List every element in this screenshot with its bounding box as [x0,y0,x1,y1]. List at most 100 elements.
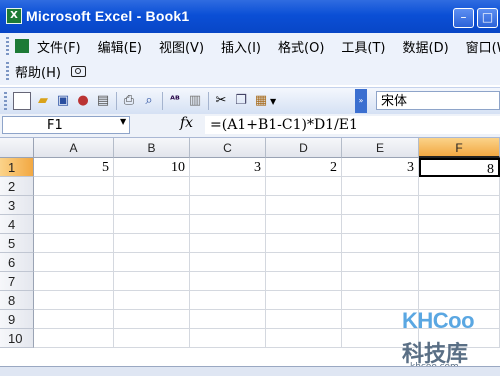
cell[interactable] [114,329,190,348]
cell[interactable] [266,272,342,291]
cell[interactable] [190,215,266,234]
cell[interactable] [114,177,190,196]
cell[interactable] [190,329,266,348]
row-header[interactable]: 7 [0,272,34,291]
cell[interactable] [34,291,114,310]
grip-handle[interactable] [6,62,9,80]
cell[interactable] [342,272,419,291]
row-header[interactable]: 4 [0,215,34,234]
cell[interactable]: 2 [266,158,342,177]
research-icon[interactable]: ▥ [187,93,203,109]
cell[interactable] [114,310,190,329]
preview-icon[interactable]: ⌕ [141,93,157,109]
font-select[interactable]: 宋体 [376,91,500,110]
cell[interactable] [190,234,266,253]
cell[interactable] [419,234,500,253]
cell[interactable] [419,215,500,234]
open-icon[interactable]: ▰ [35,93,51,109]
cell[interactable] [342,253,419,272]
cut-icon[interactable]: ✂ [213,93,229,109]
menu-item[interactable]: 工具(T) [341,37,385,56]
menu-item[interactable]: 格式(O) [278,37,324,56]
cell[interactable]: 3 [190,158,266,177]
row-header[interactable]: 9 [0,310,34,329]
column-header[interactable]: F [419,138,500,158]
cell[interactable] [342,234,419,253]
print-icon[interactable]: ⎙ [121,93,137,109]
save-icon[interactable]: ▣ [55,93,71,109]
cell[interactable]: 10 [114,158,190,177]
minimize-button[interactable]: – [453,8,474,28]
cell[interactable] [266,253,342,272]
new-icon[interactable] [13,92,31,110]
cell[interactable] [34,253,114,272]
row-header[interactable]: 6 [0,253,34,272]
cell[interactable] [342,177,419,196]
name-box-dropdown-icon[interactable]: ▼ [120,117,126,126]
cell[interactable] [34,234,114,253]
menu-item[interactable]: 视图(V) [159,37,204,56]
cell[interactable] [34,310,114,329]
cell[interactable] [34,272,114,291]
row-header[interactable]: 2 [0,177,34,196]
cell[interactable] [114,253,190,272]
column-header[interactable]: D [266,138,342,158]
menu-item[interactable]: 插入(I) [221,37,261,56]
row-header[interactable]: 3 [0,196,34,215]
column-header[interactable]: A [34,138,114,158]
cell[interactable] [114,291,190,310]
cell[interactable]: 5 [34,158,114,177]
cell[interactable] [419,253,500,272]
cell[interactable] [190,196,266,215]
cell[interactable] [266,177,342,196]
print-preview-icon[interactable]: ▤ [95,93,111,109]
cell[interactable] [190,291,266,310]
cell[interactable] [342,215,419,234]
camera-icon[interactable] [70,65,86,77]
cell[interactable] [114,234,190,253]
cell[interactable] [266,291,342,310]
toolbar-options-icon[interactable]: » [355,89,367,113]
copy-icon[interactable]: ❐ [233,93,249,109]
cell[interactable] [190,177,266,196]
cell[interactable] [419,177,500,196]
cell[interactable] [114,215,190,234]
formula-input[interactable]: =(A1+B1-C1)*D1/E1 [205,116,500,134]
cell[interactable] [114,196,190,215]
row-header[interactable]: 5 [0,234,34,253]
cell[interactable] [266,234,342,253]
cell[interactable] [190,272,266,291]
row-header[interactable]: 1 [0,158,34,177]
menu-item[interactable]: 文件(F) [37,37,81,56]
cell[interactable] [34,215,114,234]
cell[interactable] [342,196,419,215]
selected-cell[interactable]: 8 [419,158,500,177]
menu-item[interactable]: 窗口(W) [466,37,500,56]
cell[interactable] [419,272,500,291]
cell[interactable] [419,196,500,215]
cell[interactable] [266,215,342,234]
cell[interactable] [266,196,342,215]
column-header[interactable]: E [342,138,419,158]
cell[interactable] [266,329,342,348]
row-header[interactable]: 10 [0,329,34,348]
name-box[interactable]: F1 [2,116,130,134]
paste-icon[interactable]: ▦ [253,93,269,109]
grip-handle[interactable] [6,37,9,55]
toolbar-grip[interactable] [4,92,7,110]
column-header[interactable]: C [190,138,266,158]
cell[interactable] [190,310,266,329]
menu-item-help[interactable]: 帮助(H) [15,62,61,81]
menu-item[interactable]: 编辑(E) [98,37,142,56]
column-header[interactable]: B [114,138,190,158]
cell[interactable] [34,196,114,215]
cell[interactable] [114,272,190,291]
cell[interactable] [266,310,342,329]
cell[interactable] [34,329,114,348]
paste-dropdown-icon[interactable]: ▼ [270,97,276,106]
maximize-button[interactable]: □ [477,8,498,28]
cell[interactable] [190,253,266,272]
row-header[interactable]: 8 [0,291,34,310]
menu-item[interactable]: 数据(D) [403,37,449,56]
cell[interactable] [34,177,114,196]
